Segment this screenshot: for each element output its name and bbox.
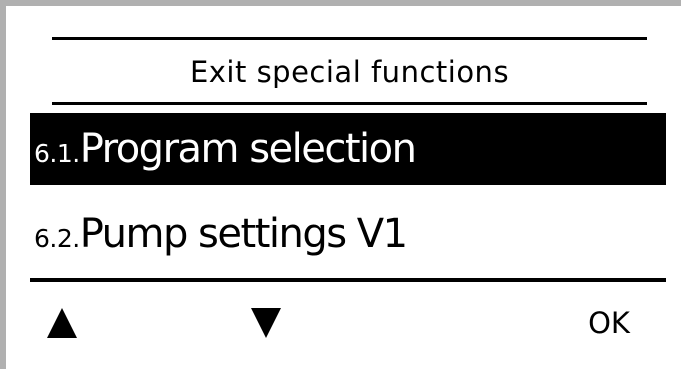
triangle-up-icon [47,308,77,338]
menu-item-label: Program selection [79,126,417,172]
up-button[interactable] [42,298,82,348]
header-bottom-divider [52,102,647,105]
menu-item-number: 6.2. [34,223,80,253]
menu-item-program-selection[interactable]: 6.1. Program selection [30,113,666,185]
down-button[interactable] [246,298,286,348]
menu-item-pump-settings-v1[interactable]: 6.2. Pump settings V1 [30,198,666,270]
header-top-divider [52,37,647,40]
ok-button[interactable]: OK [576,298,642,348]
menu-item-label: Pump settings V1 [79,211,408,257]
exit-special-functions-item[interactable]: Exit special functions [52,48,647,96]
softkey-divider [30,278,666,282]
display-screen: Exit special functions 6.1. Program sele… [6,6,681,369]
menu-item-number: 6.1. [34,138,80,168]
triangle-down-icon [251,308,281,338]
